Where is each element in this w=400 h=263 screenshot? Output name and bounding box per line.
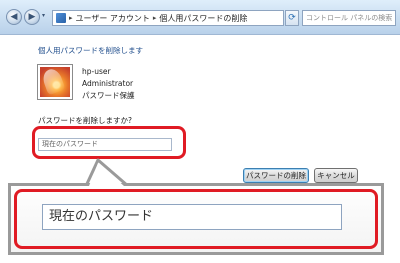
- forward-arrow-icon: ▶: [28, 12, 36, 22]
- breadcrumb-item-remove-password[interactable]: 個人用パスワードの削除: [159, 13, 247, 24]
- control-panel-icon: [56, 13, 66, 23]
- highlight-frame: [32, 126, 186, 159]
- user-role: Administrator: [82, 79, 134, 88]
- password-removal-window: ◀ ▶ ▾ ▸ ユーザー アカウント ▸ 個人用パスワードの削除 ⟳ コントロー…: [0, 0, 400, 263]
- user-info: hp-user Administrator パスワード保護: [82, 66, 135, 102]
- search-input[interactable]: コントロール パネルの検索: [302, 10, 396, 26]
- flower-picture-icon: [40, 67, 70, 97]
- confirm-question: パスワードを削除しますか?: [38, 116, 132, 125]
- breadcrumb[interactable]: ▸ ユーザー アカウント ▸ 個人用パスワードの削除: [52, 10, 284, 26]
- breadcrumb-item-user-accounts[interactable]: ユーザー アカウント: [76, 13, 150, 24]
- remove-password-button[interactable]: パスワードの削除: [243, 168, 309, 183]
- back-arrow-icon: ◀: [10, 12, 18, 22]
- user-status: パスワード保護: [82, 91, 135, 100]
- zoom-highlight-frame: [14, 189, 378, 249]
- page-title: 個人用パスワードを削除します: [38, 46, 143, 55]
- back-button[interactable]: ◀: [6, 9, 22, 25]
- refresh-icon: ⟳: [288, 13, 296, 23]
- forward-button[interactable]: ▶: [24, 9, 40, 25]
- avatar: [37, 64, 73, 100]
- user-name: hp-user: [82, 67, 111, 76]
- breadcrumb-separator-icon: ▸: [152, 14, 157, 22]
- recent-pages-button[interactable]: ▾: [42, 12, 50, 22]
- cancel-button[interactable]: キャンセル: [314, 168, 358, 183]
- breadcrumb-separator-icon: ▸: [69, 14, 73, 22]
- refresh-button[interactable]: ⟳: [285, 10, 299, 26]
- search-placeholder: コントロール パネルの検索: [306, 14, 393, 22]
- address-bar: ◀ ▶ ▾ ▸ ユーザー アカウント ▸ 個人用パスワードの削除 ⟳ コントロー…: [0, 0, 400, 35]
- chevron-down-icon: ▾: [42, 12, 46, 19]
